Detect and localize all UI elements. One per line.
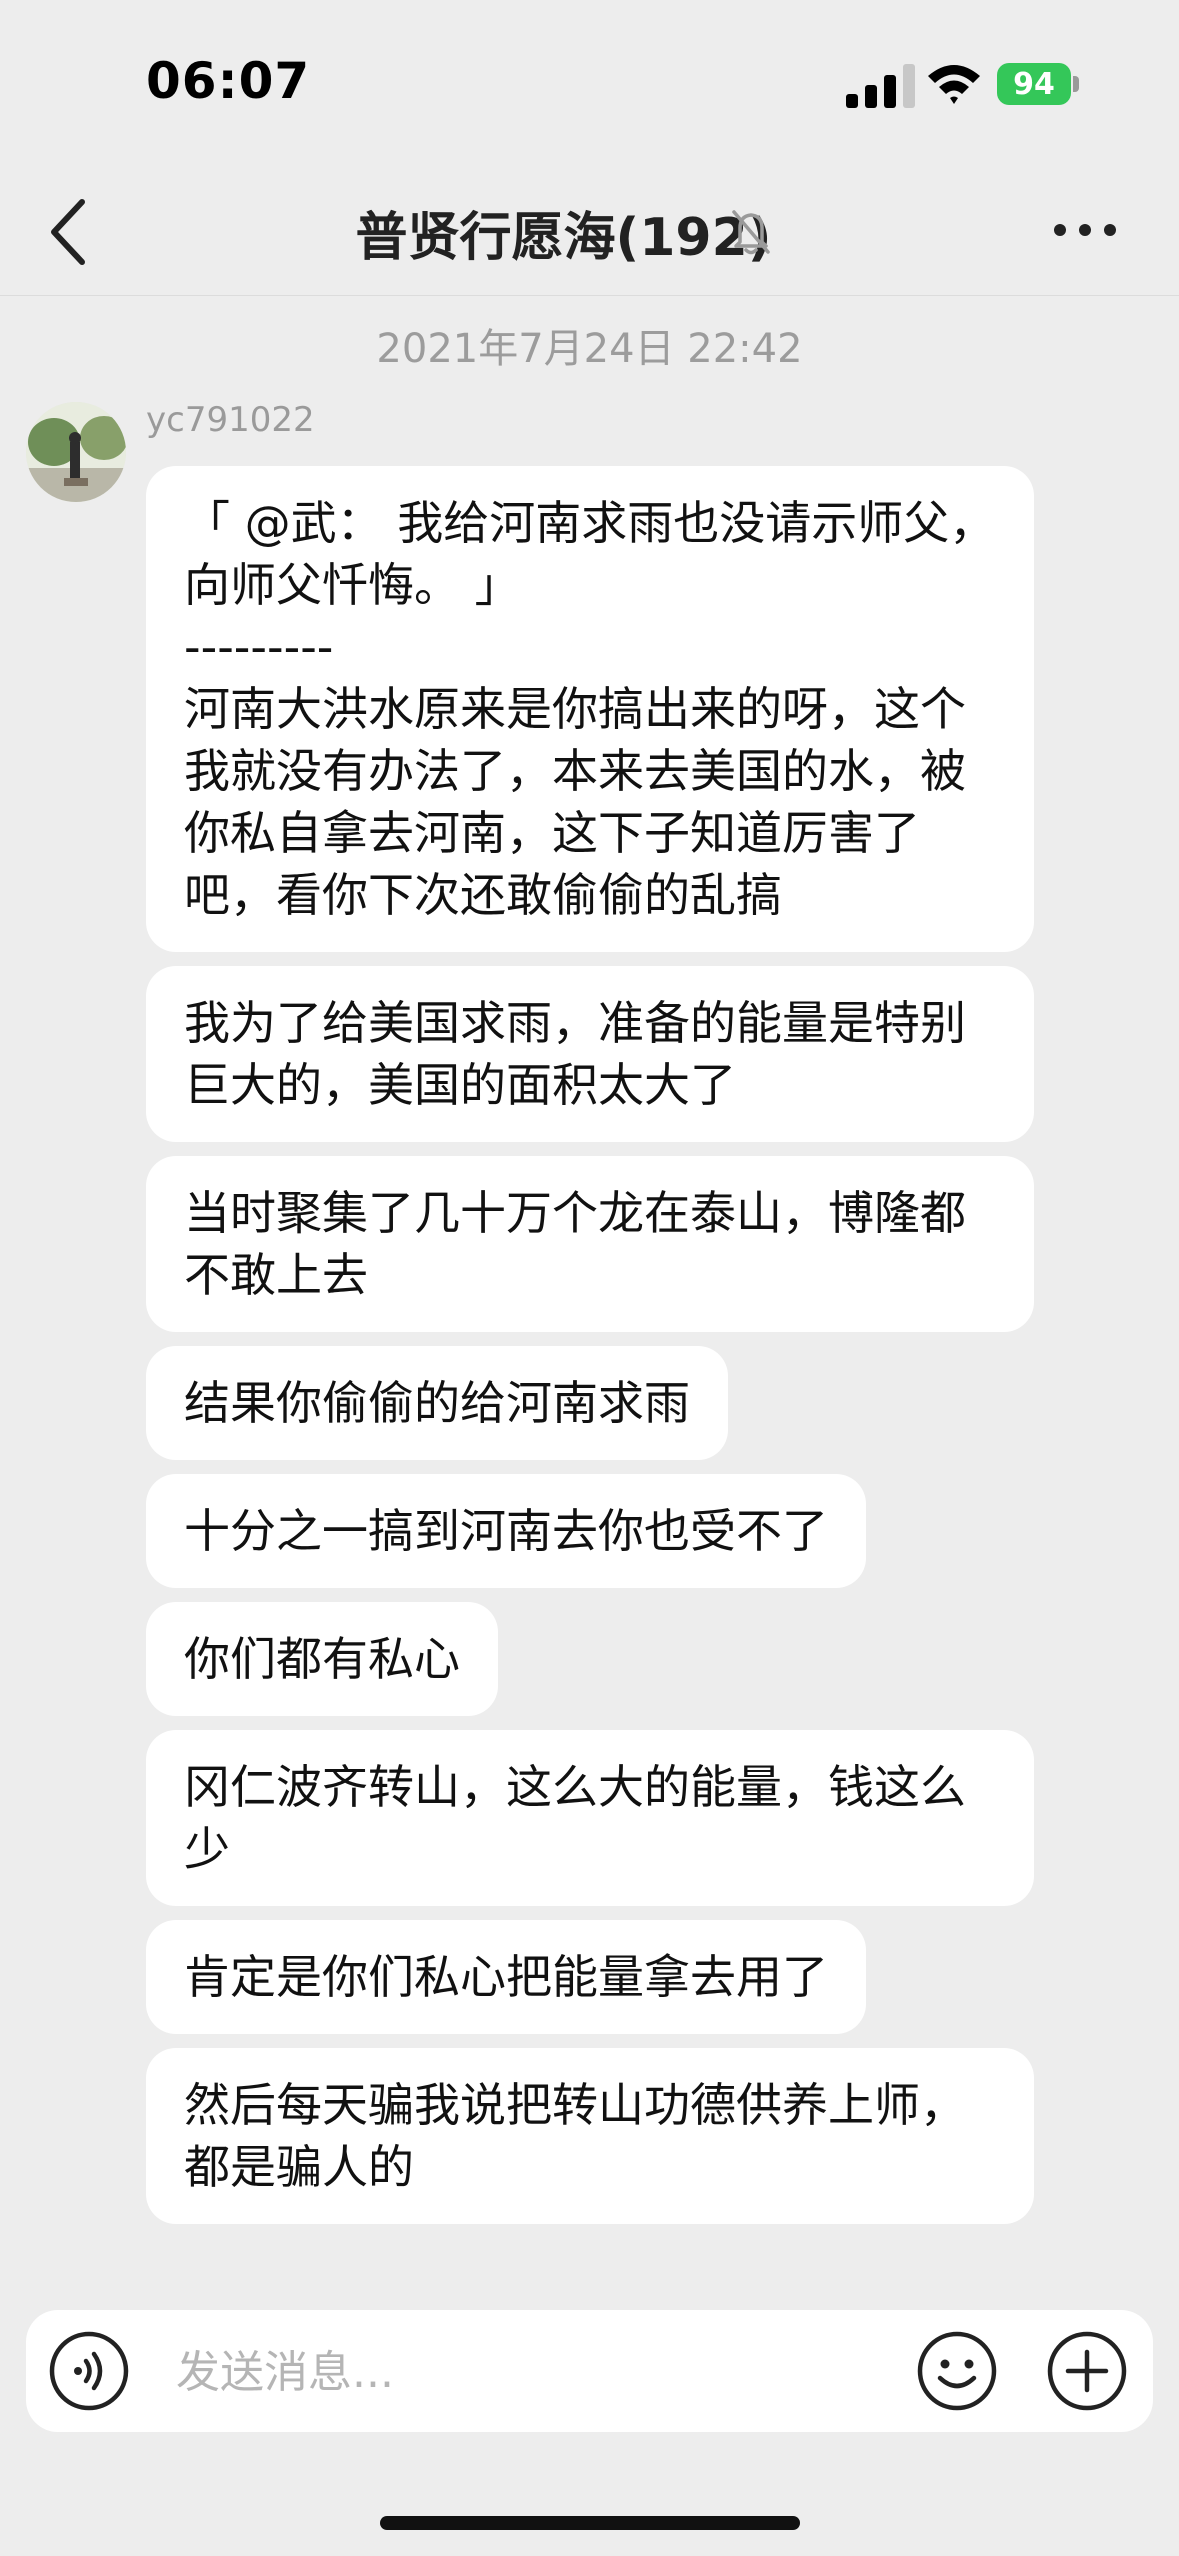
message-input-bar: [26, 2310, 1153, 2432]
battery-indicator: 94: [997, 63, 1079, 105]
message-bubble[interactable]: 冈仁波齐转山，这么大的能量，钱这么少: [146, 1730, 1034, 1906]
message-bubble[interactable]: 当时聚集了几十万个龙在泰山，博隆都不敢上去: [146, 1156, 1034, 1332]
ellipsis-icon[interactable]: [1050, 210, 1120, 250]
message-bubble[interactable]: 「 @武： 我给河南求雨也没请示师父，向师父忏悔。 」 --------- 河南…: [146, 466, 1034, 952]
status-bar: 06:07 94: [0, 0, 1179, 170]
message-bubble[interactable]: 十分之一搞到河南去你也受不了: [146, 1474, 866, 1588]
cellular-signal-icon: [846, 64, 915, 108]
voice-icon[interactable]: [48, 2330, 130, 2412]
message-bubble[interactable]: 我为了给美国求雨，准备的能量是特别巨大的，美国的面积太大了: [146, 966, 1034, 1142]
chat-title: 普贤行愿海(192): [0, 195, 1179, 270]
status-time: 06:07: [146, 52, 311, 110]
chat-title-text: 普贤行愿海(192): [355, 208, 772, 268]
message-bubble[interactable]: 你们都有私心: [146, 1602, 498, 1716]
message-list: 「 @武： 我给河南求雨也没请示师父，向师父忏悔。 」 --------- 河南…: [146, 466, 1046, 2238]
message-input[interactable]: [174, 2330, 898, 2414]
message-bubble[interactable]: 然后每天骗我说把转山功德供养上师，都是骗人的: [146, 2048, 1034, 2224]
plus-circle-icon[interactable]: [1046, 2330, 1128, 2412]
home-indicator[interactable]: [380, 2516, 800, 2530]
nav-bar: 普贤行愿海(192): [0, 170, 1179, 296]
battery-level: 94: [997, 63, 1071, 105]
bell-slash-icon: [732, 210, 770, 255]
message-list-viewport[interactable]: 「 @武： 我给河南求雨也没请示师父，向师父忏悔。 」 --------- 河南…: [0, 466, 1179, 2286]
battery-cap: [1073, 76, 1079, 92]
sender-name: yc791022: [146, 400, 315, 440]
message-bubble[interactable]: 结果你偷偷的给河南求雨: [146, 1346, 728, 1460]
smile-icon[interactable]: [916, 2330, 998, 2412]
message-bubble[interactable]: 肯定是你们私心把能量拿去用了: [146, 1920, 866, 2034]
message-timestamp: 2021年7月24日 22:42: [376, 326, 803, 372]
wifi-icon: [928, 65, 980, 104]
